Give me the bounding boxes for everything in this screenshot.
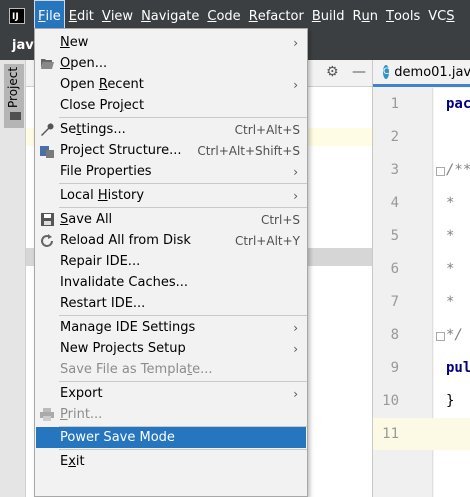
menu-item-close-project[interactable]: Close Project [36,95,306,116]
menu-item-save-all[interactable]: Save All Ctrl+S [36,209,306,230]
menu-item-open[interactable]: Open... [36,53,306,74]
line-number: 3 [390,162,399,178]
submenu-arrow-icon: › [293,320,298,335]
code-line: */ [446,327,463,343]
line-number: 10 [382,393,399,409]
submenu-arrow-icon: › [293,77,298,92]
menu-item-open-recent[interactable]: Open Recent › [36,74,306,95]
menu-item-file-properties[interactable]: File Properties › [36,161,306,182]
reload-icon [40,233,54,248]
code-line: } [446,393,455,409]
menu-item-local-history[interactable]: Local History › [36,185,306,206]
menu-item-invalidate-caches[interactable]: Invalidate Caches... [36,272,306,293]
editor-tab-demo01[interactable]: C demo01.java [373,60,470,87]
folder-icon [10,112,21,120]
minimize-icon[interactable]: — [352,64,366,80]
menu-item-export[interactable]: Export › [36,383,306,404]
gear-icon[interactable]: ⚙ [326,64,339,80]
line-number: 6 [390,261,399,277]
menu-separator [59,449,307,450]
project-structure-icon [40,144,54,158]
code-line: pul [446,360,470,376]
java-class-icon: C [383,65,390,79]
menu-tools[interactable]: Tools [382,0,424,32]
line-number: 9 [390,360,399,376]
editor-tab-label: demo01.java [394,64,470,80]
menu-separator [59,117,307,118]
print-icon [40,408,54,422]
menu-item-settings[interactable]: Settings... Ctrl+Alt+S [36,119,306,140]
fold-marker-icon[interactable] [436,332,445,341]
project-name-tab[interactable]: jav [12,38,34,53]
code-line: * [446,261,455,277]
menu-vcs[interactable]: VC S [424,0,458,32]
menu-item-new-projects-setup[interactable]: New Projects Setup › [36,338,306,359]
code-line: * [446,195,455,211]
submenu-arrow-icon: › [293,164,298,179]
menu-item-power-save-mode[interactable]: Power Save Mode [36,427,306,448]
line-number: 2 [390,129,399,145]
menu-item-reload-all[interactable]: Reload All from Disk Ctrl+Alt+Y [36,230,306,251]
menu-item-print: Print... [36,404,306,425]
code-line: * [446,294,455,310]
save-icon [40,213,54,227]
submenu-arrow-icon: › [293,188,298,203]
line-number: 8 [390,327,399,343]
folder-open-icon [40,57,54,71]
menu-item-manage-ide-settings[interactable]: Manage IDE Settings › [36,317,306,338]
code-line: * [446,228,455,244]
menu-item-restart-ide[interactable]: Restart IDE... [36,293,306,314]
code-line: pac [446,96,470,112]
menu-item-project-structure[interactable]: Project Structure... Ctrl+Alt+Shift+S [36,140,306,161]
submenu-arrow-icon: › [293,341,298,356]
menu-item-save-file-as-template: Save File as Template... [60,362,213,377]
menu-separator [59,183,307,184]
menu-separator [59,315,307,316]
code-line: /** [446,162,470,178]
menu-item-exit[interactable]: Exit [36,451,306,472]
menu-separator [59,381,307,382]
submenu-arrow-icon: › [293,386,298,401]
menu-build[interactable]: Build [308,0,349,32]
line-number: 5 [390,228,399,244]
line-number: 7 [390,294,399,310]
line-number: 1 [390,96,399,112]
menu-separator [59,207,307,208]
wrench-icon [40,122,54,137]
file-menu-dropdown: New › Open... Open Recent › Close Projec… [34,28,308,497]
project-tool-label: Project [6,66,20,108]
submenu-arrow-icon: › [293,35,298,50]
intellij-logo-icon: IJ [9,8,25,24]
menu-item-new[interactable]: New › [36,32,306,53]
menu-run[interactable]: Run [348,0,382,32]
line-number: 11 [382,426,399,442]
fold-marker-icon[interactable] [436,167,445,176]
line-number: 4 [390,195,399,211]
menu-item-repair-ide[interactable]: Repair IDE... [36,251,306,272]
